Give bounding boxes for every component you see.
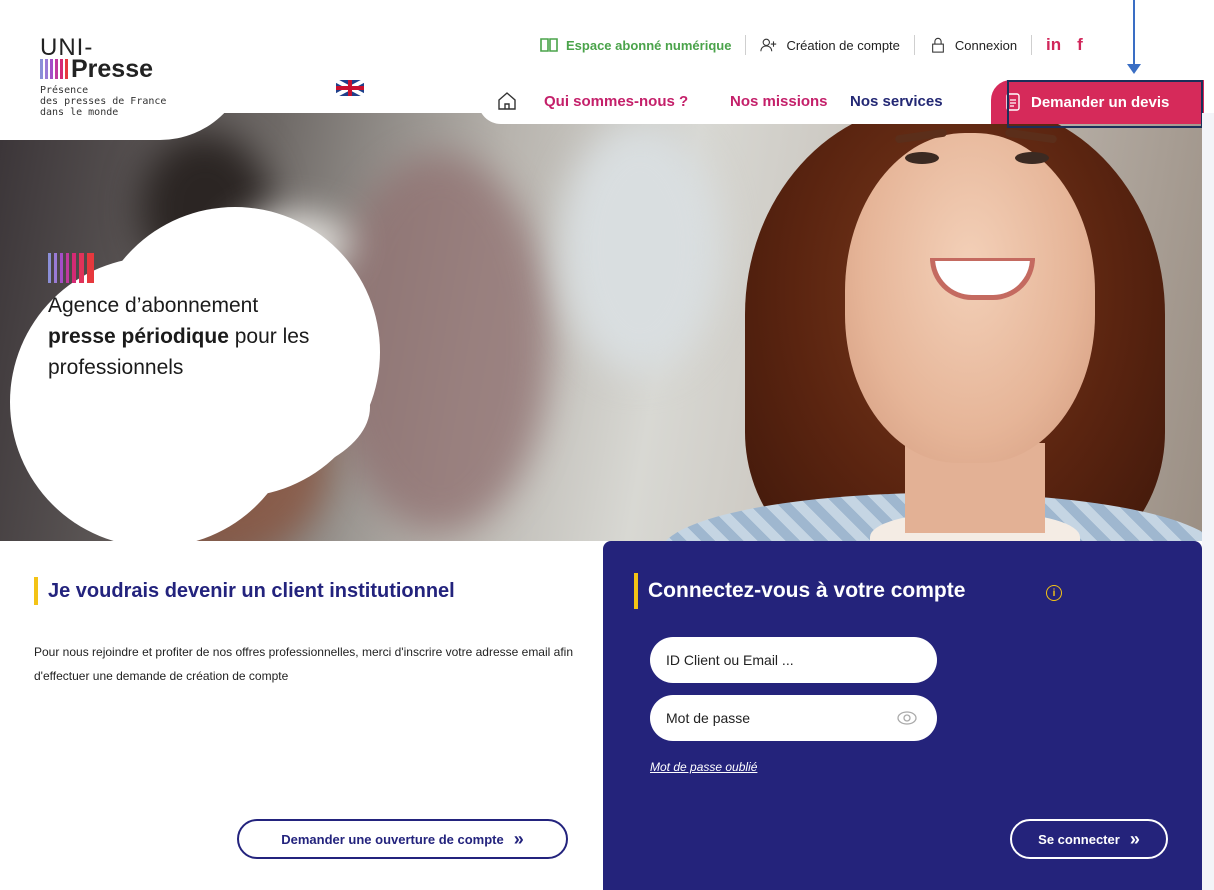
nav-services[interactable]: Nos services <box>850 93 943 110</box>
login-title: Connectez-vous à votre compte <box>634 573 965 609</box>
password-placeholder: Mot de passe <box>666 710 751 726</box>
logo-stripes-icon <box>40 59 68 79</box>
brand-stripes-icon <box>48 253 94 283</box>
institutional-client-text: Pour nous rejoindre et profiter de nos o… <box>34 645 573 683</box>
logo-text-presse: Presse <box>71 55 154 83</box>
login-link[interactable]: Connexion <box>929 37 1017 53</box>
forgot-password-link[interactable]: Mot de passe oublié <box>650 760 757 774</box>
hero-title: Agence d’abonnement presse périodique po… <box>48 294 310 379</box>
logo-tagline: Présence des presses de France dans le m… <box>40 85 167 118</box>
add-user-icon <box>760 38 777 52</box>
annotation-arrow-head <box>1127 64 1141 74</box>
client-id-placeholder: ID Client ou Email ... <box>666 652 794 668</box>
subscriber-space-label: Espace abonné numérique <box>566 37 732 53</box>
home-icon[interactable] <box>496 90 518 112</box>
password-input[interactable]: Mot de passe <box>650 695 937 741</box>
create-account-link[interactable]: Création de compte <box>760 37 900 53</box>
client-id-email-input[interactable]: ID Client ou Email ... <box>650 637 937 683</box>
logo-presse: Presse <box>40 55 154 83</box>
request-account-opening-button[interactable]: Demander une ouverture de compte » <box>237 819 568 859</box>
hero-woman-eye <box>905 152 939 164</box>
institutional-client-title: Je voudrais devenir un client institutio… <box>34 577 455 605</box>
annotation-arrow <box>1133 0 1135 68</box>
eye-icon[interactable] <box>897 709 917 727</box>
divider <box>913 35 915 55</box>
divider <box>1031 35 1033 55</box>
request-account-opening-label: Demander une ouverture de compte <box>281 831 504 847</box>
top-utility-bar: Espace abonné numérique Création de comp… <box>540 34 1083 56</box>
logo-container[interactable]: UNI- Presse Présence des presses de Fran… <box>0 0 250 140</box>
hero-title-bold: presse périodique <box>48 325 229 348</box>
linkedin-icon[interactable]: in <box>1046 35 1061 55</box>
book-icon <box>540 38 558 52</box>
subscriber-space-link[interactable]: Espace abonné numérique <box>540 37 731 53</box>
create-account-label: Création de compte <box>786 37 900 53</box>
nav-missions[interactable]: Nos missions <box>730 93 828 110</box>
lock-icon <box>932 37 944 53</box>
login-label: Connexion <box>954 37 1018 53</box>
login-submit-label: Se connecter <box>1038 831 1120 847</box>
page: Agence d’abonnement presse périodique po… <box>0 0 1214 890</box>
facebook-icon[interactable]: f <box>1077 35 1083 55</box>
nav-about[interactable]: Qui sommes-nous ? <box>544 93 688 110</box>
hero-woman-eye <box>1015 152 1049 164</box>
divider <box>745 35 747 55</box>
english-flag-icon[interactable] <box>336 80 364 96</box>
double-chevron-right-icon: » <box>513 828 524 849</box>
annotation-highlight-box <box>1007 80 1203 128</box>
login-submit-button[interactable]: Se connecter » <box>1010 819 1168 859</box>
double-chevron-right-icon: » <box>1129 828 1140 849</box>
page-edge <box>1202 113 1214 890</box>
hero-bg-window <box>560 123 720 373</box>
info-icon[interactable]: i <box>1046 585 1062 601</box>
